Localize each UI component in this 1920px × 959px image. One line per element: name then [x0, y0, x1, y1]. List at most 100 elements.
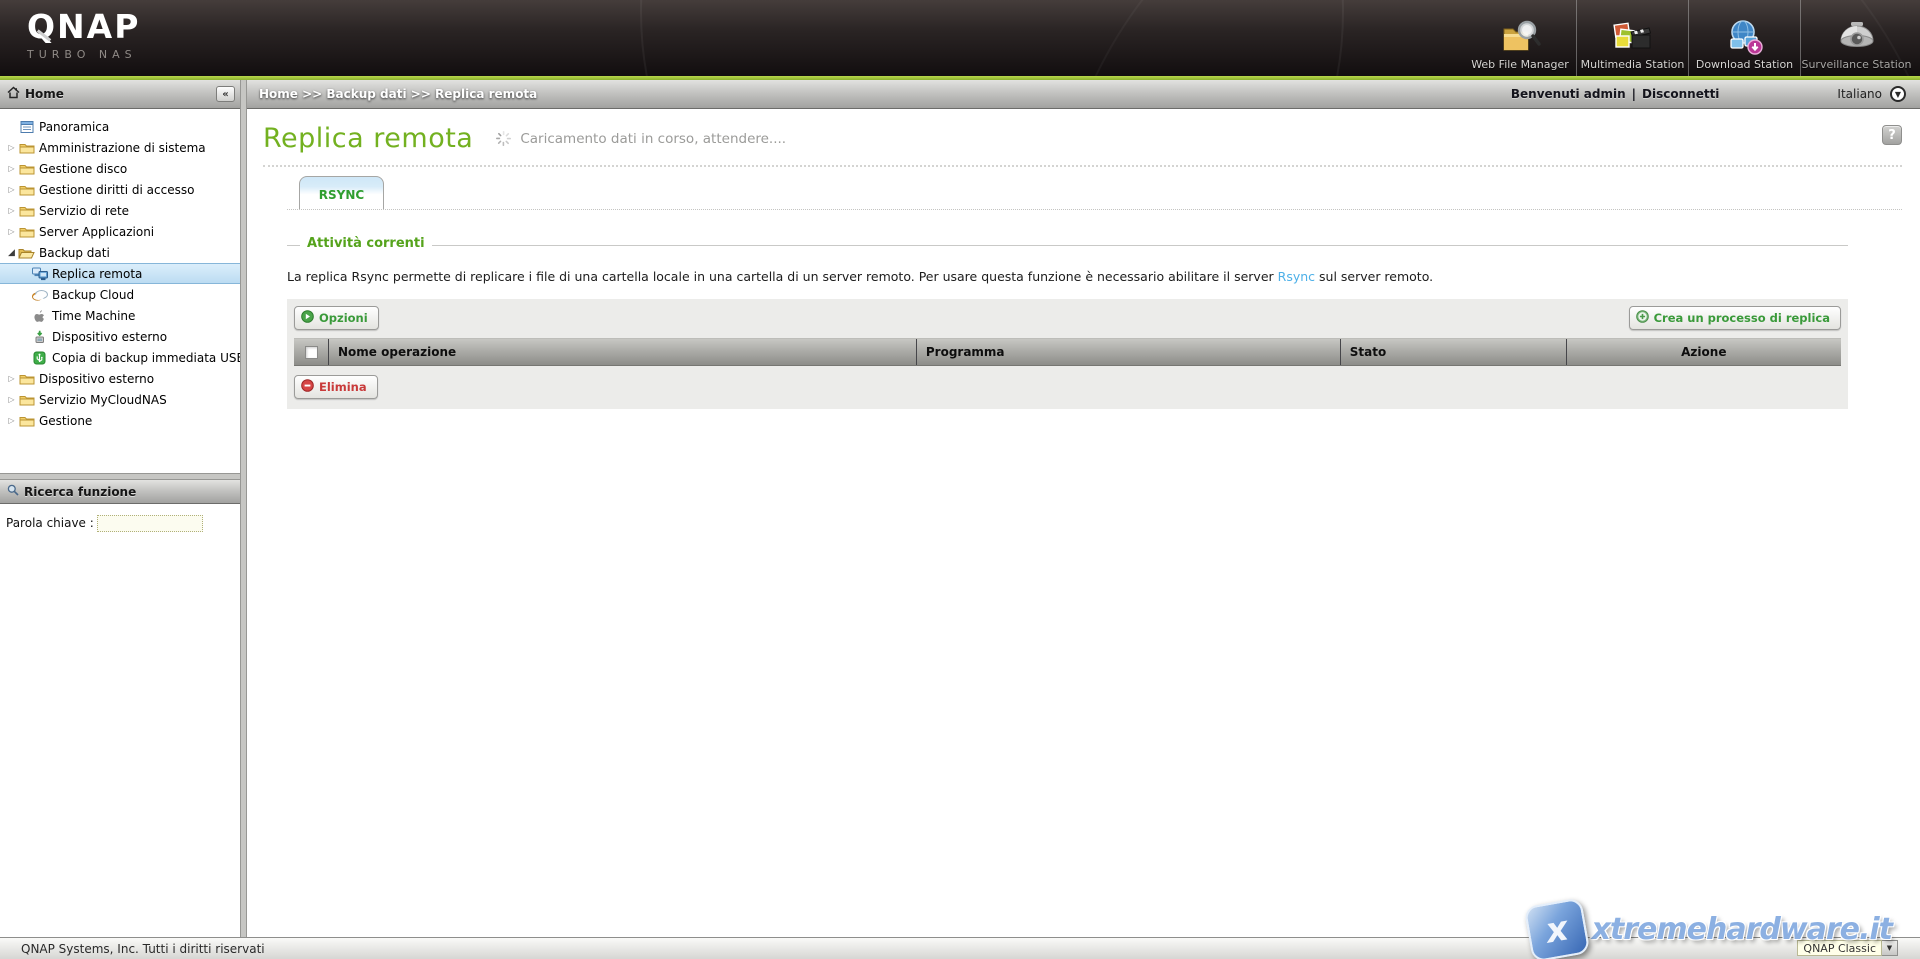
tree-item-amministrazione-di-sistema[interactable]: ▷ Amministrazione di sistema: [0, 137, 240, 158]
page-content: Replica remota Caricamento dati in corso…: [247, 109, 1920, 937]
breadcrumb-bar: Home >> Backup dati >> Replica remota Be…: [247, 80, 1920, 109]
tree-item-copia-di-backup-immediata-usb[interactable]: Copia di backup immediata USB: [0, 347, 240, 368]
tree-item-panoramica[interactable]: Panoramica: [0, 116, 240, 137]
table-footer-row: Elimina: [294, 366, 1841, 405]
tree-item-label: Gestione disco: [39, 162, 127, 176]
sidebar-collapse-button[interactable]: «: [216, 86, 235, 102]
logout-link[interactable]: Disconnetti: [1642, 87, 1719, 101]
station-multimedia-station[interactable]: Multimedia Station: [1576, 0, 1688, 76]
main-column: Home >> Backup dati >> Replica remota Be…: [247, 80, 1920, 937]
welcome-admin-link[interactable]: Benvenuti admin: [1511, 87, 1626, 101]
tree-item-servizio-mycloudnas[interactable]: ▷ Servizio MyCloudNAS: [0, 389, 240, 410]
tree-item-servizio-di-rete[interactable]: ▷Servizio di rete: [0, 200, 240, 221]
replication-panel: Opzioni Crea un processo di replica N: [287, 299, 1848, 409]
station-download-station[interactable]: Download Station: [1688, 0, 1800, 76]
tree-item-replica-remota[interactable]: Replica remota: [0, 263, 240, 284]
create-replication-job-button[interactable]: Crea un processo di replica: [1629, 306, 1841, 330]
expand-arrow-icon[interactable]: ▷: [5, 395, 18, 404]
station-label: Web File Manager: [1471, 58, 1569, 71]
folder-icon: [18, 413, 35, 428]
help-button[interactable]: ?: [1882, 125, 1902, 145]
folder-icon: [18, 140, 35, 155]
create-button-label: Crea un processo di replica: [1654, 311, 1830, 325]
loading-spinner-icon: [495, 130, 512, 147]
tree-item-time-machine[interactable]: Time Machine: [0, 305, 240, 326]
create-plus-icon: [1636, 310, 1649, 326]
surveillance-station-icon: [1834, 18, 1880, 58]
keyword-input[interactable]: [97, 515, 203, 532]
expand-arrow-icon[interactable]: ▷: [5, 206, 18, 215]
download-station-icon: [1723, 18, 1767, 58]
app-header: QNAP TURBO NAS Web File Manager Multimedi…: [0, 0, 1920, 76]
tree-item-dispositivo-esterno[interactable]: ▷Dispositivo esterno: [0, 368, 240, 389]
description-text: La replica Rsync permette di replicare i…: [287, 269, 1278, 284]
expand-arrow-icon[interactable]: ▷: [5, 416, 18, 425]
title-separator: [263, 165, 1902, 167]
tree-item-gestione[interactable]: ▷Gestione: [0, 410, 240, 431]
skin-selector-value: QNAP Classic: [1797, 940, 1882, 956]
qnap-logo: QNAP TURBO NAS: [0, 0, 140, 76]
column-header-nome-operazione[interactable]: Nome operazione: [328, 339, 916, 365]
folder-icon: [18, 392, 35, 407]
tree-item-label: Gestione diritti di accesso: [39, 183, 194, 197]
station-shortcuts: Web File Manager Multimedia StationDownlo…: [1464, 0, 1920, 76]
skin-selector-arrow-icon: ▼: [1882, 940, 1898, 956]
multimedia-station-icon: [1611, 18, 1655, 58]
sidebar-divider[interactable]: [240, 80, 247, 937]
tree-item-label: Backup Cloud: [52, 288, 134, 302]
column-header-azione[interactable]: Azione: [1566, 339, 1841, 365]
select-all-checkbox[interactable]: [305, 346, 318, 359]
delete-button[interactable]: Elimina: [294, 375, 378, 399]
tree-item-label: Backup dati: [39, 246, 110, 260]
search-panel-header: Ricerca funzione: [0, 480, 240, 504]
tree-item-backup-cloud[interactable]: Backup Cloud: [0, 284, 240, 305]
column-header-programma[interactable]: Programma: [916, 339, 1340, 365]
options-button-label: Opzioni: [319, 311, 368, 325]
tab-rsync[interactable]: RSYNC: [299, 176, 384, 209]
language-dropdown-icon[interactable]: ▼: [1890, 86, 1906, 102]
station-label: Surveillance Station: [1801, 58, 1911, 71]
sidebar-header: Home «: [0, 80, 240, 109]
title-row: Replica remota Caricamento dati in corso…: [263, 117, 1902, 154]
expand-arrow-icon[interactable]: ▷: [5, 143, 18, 152]
overview-icon: [18, 119, 35, 134]
language-label: Italiano: [1837, 87, 1882, 101]
expand-arrow-icon[interactable]: ▷: [5, 227, 18, 236]
collapse-arrow-icon[interactable]: ◢: [5, 248, 18, 258]
column-header-stato[interactable]: Stato: [1340, 339, 1566, 365]
folder-open-icon: [18, 245, 35, 260]
tree-item-label: Server Applicazioni: [39, 225, 154, 239]
tree-item-gestione-diritti-di-accesso[interactable]: ▷ Gestione diritti di accesso: [0, 179, 240, 200]
table-header-row: Nome operazioneProgrammaStatoAzione: [294, 338, 1841, 366]
tree-item-dispositivo-esterno[interactable]: Dispositivo esterno: [0, 326, 240, 347]
tree-item-label: Panoramica: [39, 120, 109, 134]
expand-arrow-icon[interactable]: ▷: [5, 185, 18, 194]
skin-selector[interactable]: QNAP Classic ▼: [1797, 940, 1898, 956]
qnap-admin-page: QNAP TURBO NAS Web File Manager Multimedi…: [0, 0, 1920, 959]
station-web-file-manager[interactable]: Web File Manager: [1464, 0, 1576, 76]
tree-item-gestione-disco[interactable]: ▷ Gestione disco: [0, 158, 240, 179]
qnap-logo-text: QNAP: [27, 10, 140, 44]
tree-item-backup-dati[interactable]: ◢ Backup dati: [0, 242, 240, 263]
keyword-label: Parola chiave :: [6, 516, 94, 530]
section-legend-row: Attività correnti: [287, 236, 1848, 254]
expand-arrow-icon[interactable]: ▷: [5, 374, 18, 383]
tree-item-label: Servizio MyCloudNAS: [39, 393, 167, 407]
copyright-text: QNAP Systems, Inc. Tutti i diritti riser…: [21, 942, 265, 956]
station-surveillance-station[interactable]: Surveillance Station: [1800, 0, 1912, 76]
sidebar-panel-divider: [0, 473, 240, 480]
rsync-link[interactable]: Rsync: [1278, 269, 1315, 284]
section-title: Attività correnti: [300, 236, 432, 251]
options-button[interactable]: Opzioni: [294, 306, 379, 330]
tree-item-label: Amministrazione di sistema: [39, 141, 206, 155]
tree-item-server-applicazioni[interactable]: ▷ Server Applicazioni: [0, 221, 240, 242]
ext-device-icon: [31, 329, 48, 344]
sidebar: Home « Panoramica ▷ Amministrazione di sis…: [0, 80, 240, 937]
panel-toolbar: Opzioni Crea un processo di replica: [294, 304, 1841, 338]
search-panel-body: Parola chiave :: [0, 504, 240, 937]
search-panel-title: Ricerca funzione: [24, 485, 136, 499]
search-icon: [7, 484, 19, 499]
middle-region: Home « Panoramica ▷ Amministrazione di sis…: [0, 80, 1920, 937]
expand-arrow-icon[interactable]: ▷: [5, 164, 18, 173]
tree-item-label: Time Machine: [52, 309, 135, 323]
